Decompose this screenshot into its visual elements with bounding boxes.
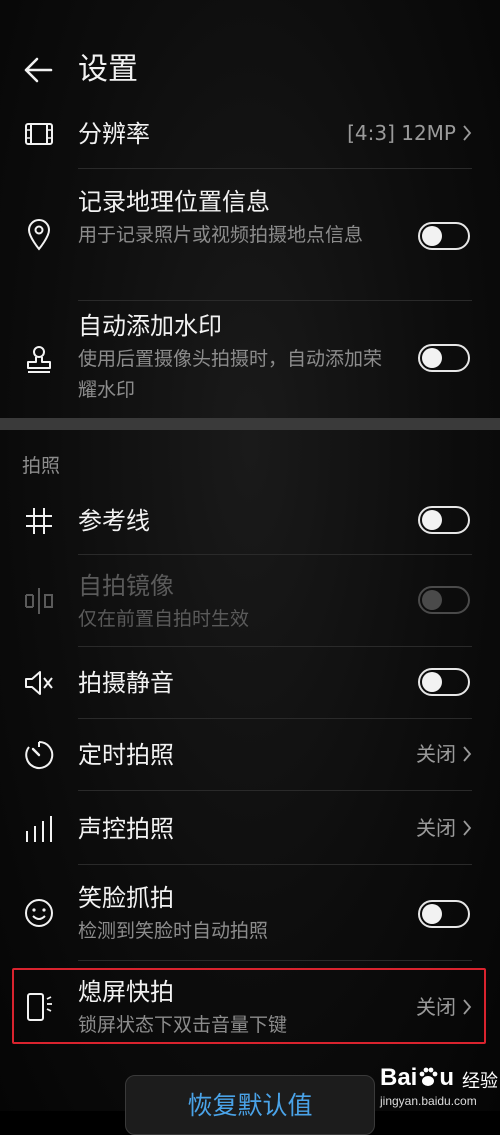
setting-title: 拍摄静音 xyxy=(78,669,174,697)
header: 设置 xyxy=(0,0,500,110)
section-separator xyxy=(0,418,500,430)
watermark-logo: Bai u xyxy=(380,1064,454,1092)
back-arrow-icon xyxy=(24,57,53,83)
toggle-knob xyxy=(422,348,442,368)
timer-value: 关闭 xyxy=(416,742,456,766)
setting-value: [4:3] 12MP xyxy=(347,118,472,148)
watermark-toggle[interactable] xyxy=(418,344,470,372)
divider xyxy=(78,646,472,647)
mirror-icon xyxy=(20,582,58,620)
divider xyxy=(78,960,472,961)
setting-subtitle: 使用后置摄像头拍摄时，自动添加荣耀水印 xyxy=(78,348,383,401)
setting-title: 自拍镜像 xyxy=(78,572,174,600)
toggle-knob xyxy=(422,226,442,246)
mute-toggle[interactable] xyxy=(418,668,470,696)
stamp-icon xyxy=(20,340,58,378)
divider xyxy=(78,168,472,169)
setting-title: 记录地理位置信息 xyxy=(78,188,270,216)
location-pin-icon xyxy=(20,216,58,254)
divider xyxy=(78,554,472,555)
toggle-knob xyxy=(422,672,442,692)
grid-icon xyxy=(20,502,58,540)
setting-title: 笑脸抓拍 xyxy=(78,884,174,912)
setting-timer[interactable]: 定时拍照 关闭 xyxy=(0,728,500,782)
mute-speaker-icon xyxy=(20,664,58,702)
divider xyxy=(78,300,472,301)
watermark-text: 经验 xyxy=(462,1071,498,1092)
watermark-url: jingyan.baidu.com xyxy=(380,1094,477,1108)
smile-toggle[interactable] xyxy=(418,900,470,928)
setting-subtitle: 仅在前置自拍时生效 xyxy=(78,608,250,630)
restore-defaults-button[interactable]: 恢复默认值 xyxy=(125,1075,375,1135)
baidu-jingyan-watermark: Bai u 经验 jingyan.baidu.com xyxy=(376,1064,500,1111)
mirror-toggle xyxy=(418,586,470,614)
setting-location[interactable]: 记录地理位置信息 用于记录照片或视频拍摄地点信息 xyxy=(0,182,500,292)
smile-icon xyxy=(20,894,58,932)
voice-value: 关闭 xyxy=(416,816,456,840)
setting-mirror[interactable]: 自拍镜像 仅在前置自拍时生效 xyxy=(0,566,500,640)
setting-smile[interactable]: 笑脸抓拍 检测到笑脸时自动拍照 xyxy=(0,880,500,954)
setting-title: 声控拍照 xyxy=(78,815,174,843)
timer-icon xyxy=(20,736,58,774)
resolution-value: [4:3] 12MP xyxy=(347,121,456,145)
highlight-box xyxy=(12,968,486,1044)
voice-level-icon xyxy=(20,810,58,848)
setting-title: 定时拍照 xyxy=(78,741,174,769)
setting-resolution[interactable]: 分辨率 [4:3] 12MP xyxy=(0,110,500,158)
film-icon xyxy=(20,115,58,153)
setting-voice[interactable]: 声控拍照 关闭 xyxy=(0,802,500,856)
divider xyxy=(78,718,472,719)
section-label: 拍照 xyxy=(22,455,61,477)
setting-title: 自动添加水印 xyxy=(78,312,222,340)
setting-value: 关闭 xyxy=(416,813,472,843)
back-button[interactable] xyxy=(20,52,56,88)
page-title: 设置 xyxy=(78,52,138,87)
location-toggle[interactable] xyxy=(418,222,470,250)
setting-title: 参考线 xyxy=(78,507,150,535)
setting-subtitle: 检测到笑脸时自动拍照 xyxy=(78,920,269,942)
grid-toggle[interactable] xyxy=(418,506,470,534)
chevron-right-icon xyxy=(463,125,472,141)
logo-left: Bai xyxy=(380,1064,418,1091)
chevron-right-icon xyxy=(463,746,472,762)
paw-icon xyxy=(418,1066,438,1088)
chevron-right-icon xyxy=(463,820,472,836)
toggle-knob xyxy=(422,590,442,610)
logo-right: u xyxy=(439,1064,455,1091)
setting-watermark[interactable]: 自动添加水印 使用后置摄像头拍摄时，自动添加荣耀水印 xyxy=(0,306,500,412)
toggle-knob xyxy=(422,510,442,530)
divider xyxy=(78,864,472,865)
toggle-knob xyxy=(422,904,442,924)
setting-subtitle: 用于记录照片或视频拍摄地点信息 xyxy=(78,224,364,246)
setting-mute[interactable]: 拍摄静音 xyxy=(0,656,500,710)
setting-grid[interactable]: 参考线 xyxy=(0,494,500,548)
divider xyxy=(78,790,472,791)
setting-title: 分辨率 xyxy=(78,120,150,148)
setting-value: 关闭 xyxy=(416,739,472,769)
